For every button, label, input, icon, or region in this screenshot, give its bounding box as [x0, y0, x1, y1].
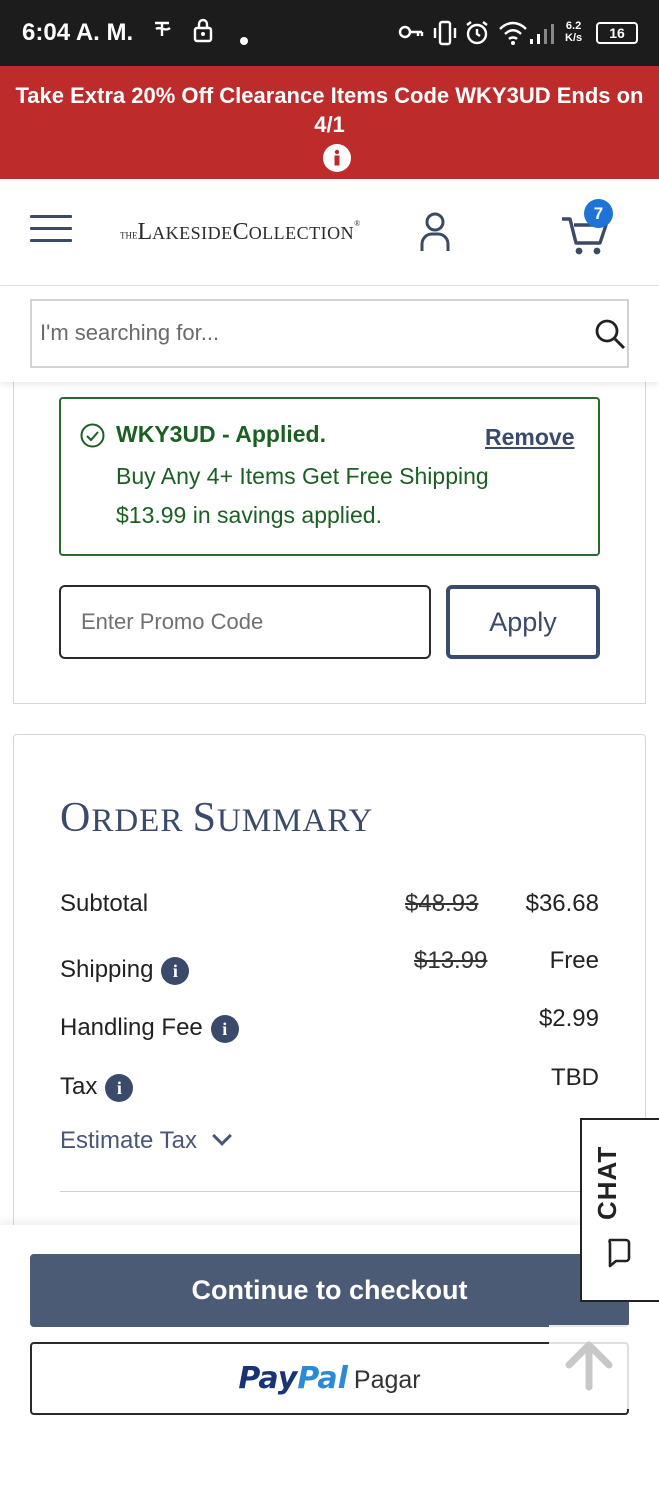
handling-fee-value: $2.99 — [538, 1005, 599, 1032]
paypal-logo-pay: Pay — [238, 1361, 298, 1396]
site-header: THELAKESIDECOLLECTION® — [0, 179, 659, 286]
shipping-original-price: $13.99 — [414, 947, 488, 974]
carrier-icon — [152, 18, 174, 46]
estimate-tax-toggle[interactable]: Estimate Tax — [60, 1126, 232, 1155]
chevron-down-icon — [212, 1126, 232, 1146]
arrow-up-icon — [565, 1341, 613, 1391]
search-icon[interactable] — [594, 318, 626, 350]
status-time: 6:04 A. M. — [22, 19, 134, 46]
site-logo[interactable]: THELAKESIDECOLLECTION® — [120, 219, 360, 246]
signal-icon — [528, 22, 556, 52]
alarm-icon — [464, 20, 490, 52]
status-bar: 6:04 A. M. 6.2 K/s 16 — [0, 0, 659, 66]
applied-code-savings: $13.99 in savings applied. — [116, 502, 382, 528]
chat-bubble-icon — [606, 1238, 632, 1273]
wifi-icon — [498, 20, 528, 52]
tax-info-icon[interactable]: i — [105, 1073, 134, 1102]
handling-fee-label: Handling Fee i — [60, 1014, 239, 1043]
chat-tab[interactable]: CHAT — [580, 1118, 659, 1302]
subtotal-value: $36.68 — [525, 890, 599, 917]
lock-icon — [192, 18, 214, 50]
paypal-pagar-label: Pagar — [353, 1366, 421, 1394]
handling-fee-info-icon[interactable]: i — [210, 1014, 239, 1043]
tax-value: TBD — [551, 1064, 599, 1091]
paypal-logo-pal: Pal — [297, 1361, 348, 1396]
chat-label: CHAT — [592, 1145, 622, 1220]
notification-dot-icon — [239, 26, 249, 52]
scroll-to-top-button[interactable] — [549, 1325, 629, 1409]
applied-code-title: WKY3UD - Applied. — [116, 421, 326, 447]
check-circle-icon — [80, 423, 105, 448]
continue-to-checkout-button[interactable]: Continue to checkout — [30, 1254, 629, 1327]
order-summary-title: ORDER SUMMARY — [60, 795, 374, 841]
apply-button[interactable]: Apply — [446, 585, 600, 659]
subtotal-original-price: $48.93 — [405, 890, 479, 917]
paypal-button[interactable]: PayPal Pagar — [30, 1342, 629, 1415]
search-bar — [0, 286, 659, 382]
vibrate-icon — [431, 20, 459, 52]
summary-divider — [60, 1191, 600, 1192]
network-speed: 6.2 K/s — [565, 20, 583, 44]
promo-code-field — [59, 585, 431, 659]
battery-indicator: 16 — [596, 22, 638, 44]
tax-label: Tax i — [60, 1073, 134, 1102]
key-icon — [398, 22, 424, 48]
cart-count-badge[interactable]: 7 — [584, 199, 613, 228]
info-icon[interactable] — [322, 143, 352, 178]
account-icon[interactable] — [418, 212, 452, 252]
promo-code-input[interactable] — [81, 601, 411, 643]
promo-banner-text: Take Extra 20% Off Clearance Items Code … — [15, 83, 644, 137]
shipping-value: Free — [549, 947, 599, 974]
shipping-info-icon[interactable]: i — [161, 956, 190, 985]
remove-code-link[interactable]: Remove — [485, 424, 574, 451]
search-box — [30, 299, 629, 368]
applied-code-description: Buy Any 4+ Items Get Free Shipping — [116, 463, 489, 489]
search-input[interactable] — [40, 311, 540, 355]
shipping-label: Shipping i — [60, 956, 190, 985]
subtotal-label: Subtotal — [60, 890, 149, 917]
menu-icon[interactable] — [30, 215, 72, 245]
